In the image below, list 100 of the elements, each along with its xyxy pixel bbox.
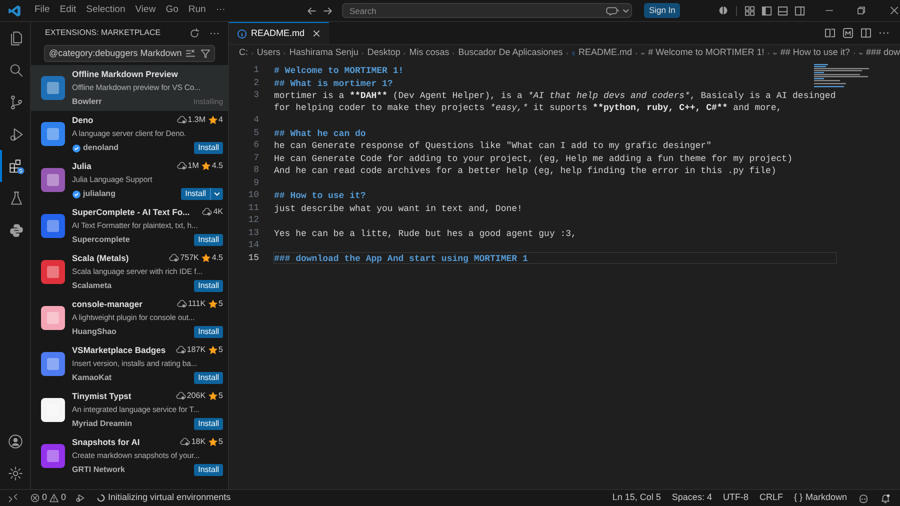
line-number: 13 [247, 226, 259, 239]
sidebar-title: EXTENSIONS: MARKETPLACE [45, 27, 162, 39]
extension-logo-icon [41, 352, 65, 376]
breadcrumb-item[interactable]: # Welcome to MORTIMER 1! [648, 46, 764, 60]
sign-in-button[interactable]: Sign In [644, 3, 680, 18]
code-line: for helping coder to make they projects *easy,* it suports **python, ruby, C++, C#** and more, [274, 102, 782, 112]
menu-item[interactable]: ··· [210, 2, 230, 20]
braces-glyph: { } [794, 491, 802, 504]
editor-tab[interactable]: README.md [229, 22, 329, 44]
python-icon [8, 222, 24, 238]
install-button[interactable]: Install [194, 464, 223, 476]
back-arrow-icon[interactable] [306, 4, 318, 16]
extension-name: Deno [72, 114, 94, 126]
line-number: 4 [252, 114, 259, 126]
install-button[interactable]: Install [194, 326, 223, 338]
breadcrumb-item[interactable]: Hashirama Senju [289, 46, 358, 60]
cloud-download-icon [169, 253, 180, 263]
download-count: 18K [191, 436, 206, 448]
breadcrumb-item[interactable]: Mis cosas [409, 46, 450, 60]
preview-icon[interactable] [842, 27, 854, 39]
secondary-sidebar-icon[interactable] [794, 4, 806, 16]
breadcrumb-item[interactable]: ## How to use it? [780, 46, 850, 60]
breadcrumb-item[interactable]: ### dow [866, 46, 900, 60]
extension-logo-icon [41, 76, 65, 100]
menu-item[interactable]: Go [160, 2, 184, 20]
line-number: 3 [252, 89, 259, 102]
code-line: And he can read code archives for a better help (eg, help finding the error in this .py file) [274, 166, 776, 176]
download-count: 187K [186, 344, 206, 356]
close-icon[interactable] [889, 5, 900, 16]
panel-toggle-icon[interactable] [777, 4, 789, 16]
menu-item[interactable]: File [29, 2, 55, 20]
breadcrumb-item[interactable]: Users [256, 46, 280, 60]
breadcrumb-item[interactable]: README.md [578, 46, 632, 60]
warning-icon [49, 493, 60, 503]
cloud-download-icon [176, 345, 186, 355]
line-number: 10 [247, 189, 259, 202]
run-debug-icon [8, 126, 24, 142]
rating: 4.5 [212, 252, 223, 264]
menu-item[interactable]: Run [183, 2, 211, 20]
menu-item[interactable]: View [130, 2, 161, 20]
install-button[interactable]: Install [194, 142, 223, 154]
search-field[interactable]: Search [342, 3, 632, 18]
line-number: 5 [252, 126, 259, 139]
layout-icon[interactable] [744, 4, 756, 16]
code-line: he can Generate response of Questions like "What can I add to my grafic desinger" [274, 141, 712, 151]
heading-line: ## How to use it? [274, 191, 366, 201]
breadcrumb-item[interactable]: Buscador De Aplicasiones [458, 46, 563, 60]
restore-icon[interactable] [856, 5, 866, 16]
star-icon [200, 253, 211, 263]
remote-icon[interactable] [8, 493, 18, 503]
menu-item[interactable]: Edit [54, 2, 82, 20]
extension-name: Scala (Metals) [72, 252, 130, 264]
close-icon[interactable] [312, 29, 321, 38]
breadcrumb-item[interactable]: C: [239, 46, 248, 60]
sidebar-toggle-icon[interactable] [760, 4, 772, 16]
filter-icon[interactable] [200, 48, 211, 59]
problems-button[interactable]: 0 0 [30, 491, 66, 505]
download-count: 1M [188, 160, 199, 172]
download-count: 4K [213, 206, 223, 218]
split-editor-icon[interactable] [860, 27, 872, 39]
error-icon [30, 493, 40, 503]
line-number: 12 [247, 214, 259, 226]
line-ending[interactable]: CRLF [759, 491, 783, 505]
language-label: Markdown [805, 491, 847, 504]
install-button[interactable]: Install [194, 280, 223, 292]
publisher-name: Myriad Dreamin [72, 418, 134, 430]
code-line: just describe what you want in text and, Done! [274, 204, 522, 214]
line-number: 2 [252, 76, 259, 89]
line-number: 9 [252, 176, 259, 189]
compare-icon[interactable] [824, 27, 836, 39]
star-icon [208, 115, 218, 125]
rating: 5 [218, 436, 223, 448]
menu-item[interactable]: Selection [81, 2, 130, 20]
debug-icon[interactable] [75, 493, 86, 503]
install-button[interactable]: Install [194, 418, 223, 430]
code-line: mortimer is a **DAH** (Dev Agent Helper), is a *AI that help devs and coders*, Basicaly is a AI desinged [274, 91, 836, 101]
publisher-name: GRTI Network [72, 464, 126, 476]
settings-icon[interactable] [6, 465, 24, 482]
language-mode[interactable]: { } Markdown [794, 491, 847, 505]
extension-name: Tinymist Typst [72, 390, 132, 402]
clear-filter-icon[interactable] [185, 48, 196, 59]
account-icon[interactable] [6, 433, 24, 450]
breadcrumb-item[interactable]: Desktop [367, 46, 400, 60]
search-field[interactable]: @category:debuggers Markdown [44, 45, 215, 62]
cursor-position[interactable]: Ln 15, Col 5 [612, 491, 661, 505]
refresh-icon[interactable] [189, 28, 200, 38]
forward-arrow-icon[interactable] [322, 4, 334, 16]
status-message: Initializing virtual environments [108, 491, 231, 504]
line-number: 1 [252, 64, 259, 76]
theme-icon[interactable] [718, 5, 729, 16]
indentation[interactable]: Spaces: 4 [672, 491, 712, 505]
rating: 4 [218, 114, 223, 126]
rating: 5 [218, 298, 223, 310]
install-button[interactable]: Install [194, 234, 223, 246]
caret-icon [213, 190, 221, 198]
notification-icon[interactable] [880, 492, 891, 504]
warning-count: 0 [61, 491, 66, 504]
install-button[interactable]: Install [194, 372, 223, 384]
extension-logo-icon [41, 398, 65, 422]
encoding[interactable]: UTF-8 [722, 491, 748, 505]
